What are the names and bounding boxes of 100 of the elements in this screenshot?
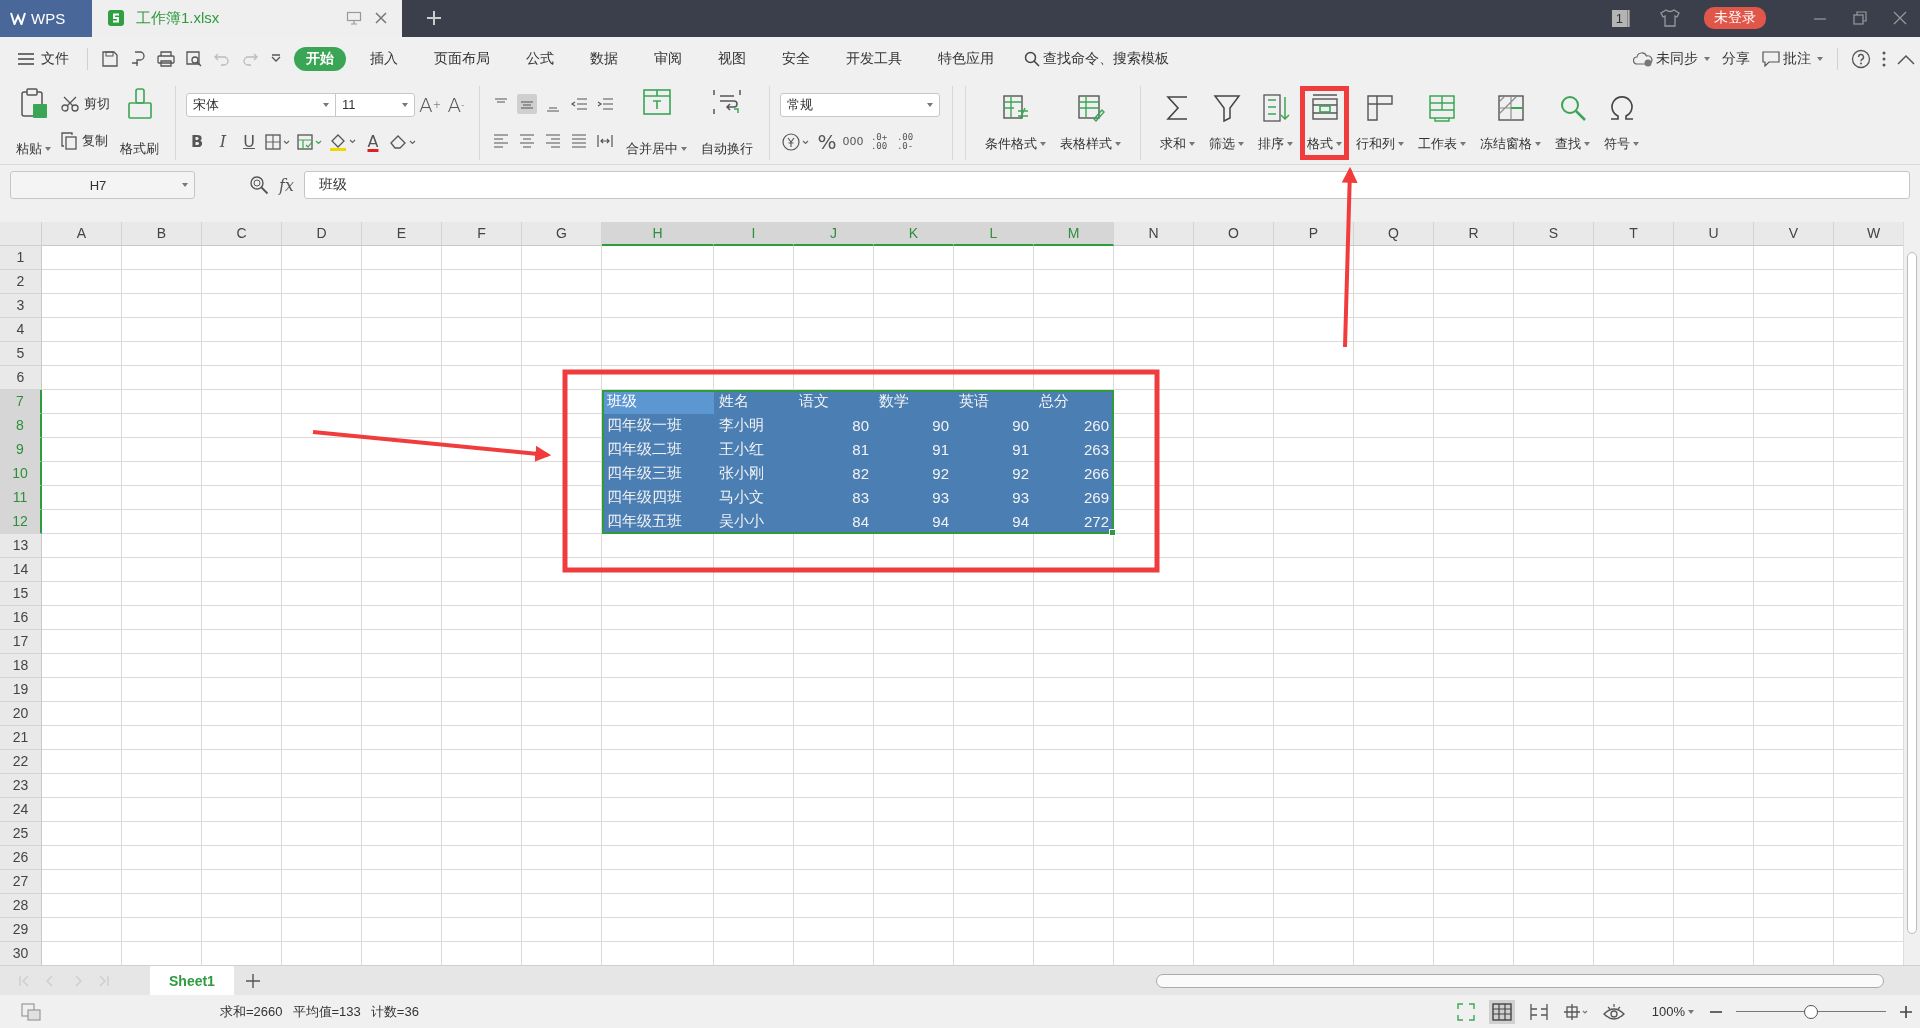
ribbon-tab[interactable]: 审阅 (642, 47, 694, 72)
column-header[interactable]: U (1674, 221, 1754, 246)
ribbon-tool-button[interactable]: 筛选 (1202, 85, 1252, 160)
row-header[interactable]: 19 (0, 677, 42, 702)
comment-button[interactable]: 批注 (1762, 50, 1823, 69)
font-style-button[interactable]: I (212, 130, 234, 153)
zoom-dropdown[interactable]: 100% (1651, 1004, 1694, 1019)
row-header[interactable]: 21 (0, 725, 42, 750)
row-header[interactable]: 16 (0, 605, 42, 630)
collapse-icon[interactable] (1897, 53, 1915, 66)
row-header[interactable]: 25 (0, 821, 42, 846)
decrease-decimal-button[interactable]: .00 .0- (894, 130, 917, 153)
formula-input[interactable]: 班级 (303, 171, 1910, 200)
ribbon-tool-button[interactable]: 表格样式 (1053, 85, 1129, 160)
row-header[interactable]: 30 (0, 941, 42, 966)
page-count[interactable]: 1 (1611, 10, 1630, 27)
ribbon-tool-button[interactable]: 求和 (1153, 85, 1203, 160)
ribbon-tool-button[interactable]: 工作表 (1411, 85, 1474, 160)
increase-decimal-button[interactable]: .0+ .00 (868, 130, 891, 153)
row-header[interactable]: 15 (0, 581, 42, 606)
name-box[interactable]: H7 (10, 171, 195, 200)
row-header[interactable]: 5 (0, 341, 42, 366)
row-header[interactable]: 13 (0, 533, 42, 558)
macro-icon[interactable] (21, 1002, 41, 1021)
font-dropdown[interactable]: 宋体 (186, 92, 336, 117)
column-header[interactable]: A (42, 221, 122, 246)
ribbon-tab[interactable]: 公式 (514, 47, 566, 72)
more-icon[interactable] (1881, 50, 1887, 69)
print-icon[interactable] (157, 50, 175, 69)
login-button[interactable]: 未登录 (1704, 7, 1766, 30)
file-menu[interactable]: 文件 (18, 50, 69, 69)
ribbon-tool-button[interactable]: 行和列 (1349, 85, 1412, 160)
column-header[interactable]: R (1434, 221, 1514, 246)
column-header[interactable]: P (1274, 221, 1354, 246)
font-style-button[interactable]: U (238, 130, 260, 153)
column-header[interactable]: N (1114, 221, 1194, 246)
column-header[interactable]: B (122, 221, 202, 246)
row-header[interactable]: 22 (0, 749, 42, 774)
ribbon-tool-button[interactable]: 排序 (1251, 85, 1301, 160)
ribbon-tool-button[interactable]: 符号 (1597, 85, 1647, 160)
row-header[interactable]: 28 (0, 893, 42, 918)
column-header[interactable]: C (202, 221, 282, 246)
row-header[interactable]: 29 (0, 917, 42, 942)
ribbon-tool-button[interactable]: 冻结窗格 (1473, 85, 1549, 160)
shirt-icon[interactable] (1660, 9, 1680, 28)
monitor-icon[interactable] (346, 11, 362, 26)
ribbon-tab[interactable]: 开发工具 (834, 47, 914, 72)
paste-button[interactable]: 粘贴 (12, 85, 55, 160)
row-header[interactable]: 24 (0, 797, 42, 822)
row-header[interactable]: 2 (0, 269, 42, 294)
fill-color-icon[interactable] (329, 132, 357, 151)
wrap-text-button[interactable]: 自动换行 (697, 85, 758, 160)
vertical-scrollbar[interactable] (1903, 221, 1920, 966)
ribbon-tool-button[interactable]: 格式 (1300, 85, 1350, 160)
ribbon-tab[interactable]: 安全 (770, 47, 822, 72)
column-header[interactable]: T (1594, 221, 1674, 246)
ribbon-tab[interactable]: 插入 (358, 47, 410, 72)
column-header[interactable]: E (362, 221, 442, 246)
row-header[interactable]: 3 (0, 293, 42, 318)
close-icon[interactable] (1893, 11, 1907, 26)
column-header[interactable]: Q (1354, 221, 1434, 246)
cell-style-icon[interactable] (297, 133, 323, 150)
ribbon-tab[interactable]: 特色应用 (926, 47, 1006, 72)
copy-button[interactable]: 复制 (61, 132, 110, 151)
row-header[interactable]: 1 (0, 245, 42, 270)
ribbon-tab[interactable]: 数据 (578, 47, 630, 72)
column-header[interactable]: G (522, 221, 602, 246)
column-header[interactable]: D (282, 221, 362, 246)
row-header[interactable]: 17 (0, 629, 42, 654)
save-icon[interactable] (101, 50, 119, 69)
ribbon-tab[interactable]: 页面布局 (422, 47, 502, 72)
cut-button[interactable]: 剪切 (61, 95, 110, 114)
zoom-slider-thumb[interactable] (1804, 1004, 1818, 1019)
help-icon[interactable] (1851, 49, 1871, 70)
close-icon[interactable] (374, 11, 388, 26)
percent-button[interactable]: % (816, 130, 839, 153)
ribbon-tool-button[interactable]: 条件格式 (978, 85, 1054, 160)
row-header[interactable]: 14 (0, 557, 42, 582)
normal-view-icon[interactable] (1488, 999, 1515, 1024)
restore-icon[interactable] (1853, 11, 1867, 26)
font-style-button[interactable]: B (186, 130, 208, 153)
ribbon-tool-button[interactable]: 查找 (1548, 85, 1598, 160)
zoom-icon[interactable] (249, 175, 269, 196)
zoom-in-icon[interactable] (1899, 1004, 1913, 1019)
merge-center-button[interactable]: 合并居中 (622, 85, 692, 160)
print-preview-icon[interactable] (185, 50, 203, 69)
row-header[interactable]: 27 (0, 869, 42, 894)
font-color-button[interactable]: A (362, 130, 384, 153)
column-header[interactable]: O (1194, 221, 1274, 246)
row-header[interactable]: 18 (0, 653, 42, 678)
row-header[interactable]: 23 (0, 773, 42, 798)
fullscreen-icon[interactable] (1456, 1002, 1475, 1021)
zoom-slider[interactable] (1736, 1003, 1886, 1020)
row-header[interactable]: 26 (0, 845, 42, 870)
share-button[interactable]: 分享 (1722, 50, 1750, 69)
number-format-dropdown[interactable]: 常规 (780, 92, 941, 117)
new-tab-icon[interactable] (426, 10, 442, 27)
column-header[interactable]: W (1834, 221, 1903, 246)
row-header[interactable]: 6 (0, 365, 42, 390)
ribbon-tab[interactable]: 视图 (706, 47, 758, 72)
